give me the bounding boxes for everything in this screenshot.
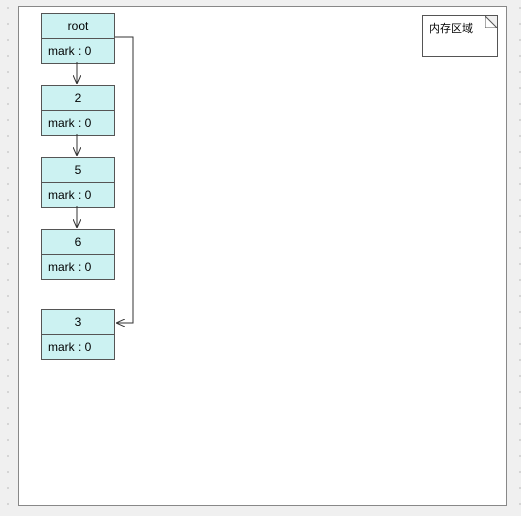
node-title: 2	[42, 86, 114, 111]
node-mark: mark : 0	[42, 111, 114, 135]
node-5: 5 mark : 0	[41, 157, 115, 208]
node-mark: mark : 0	[42, 255, 114, 279]
node-root: root mark : 0	[41, 13, 115, 64]
note-label: 内存区域	[429, 23, 473, 35]
node-title: root	[42, 14, 114, 39]
node-mark: mark : 0	[42, 39, 114, 63]
node-2: 2 mark : 0	[41, 85, 115, 136]
node-title: 6	[42, 230, 114, 255]
diagram-canvas: 内存区域 root mark : 0 2 mark : 0 5 mark : 0…	[18, 6, 507, 506]
edge-root-3	[115, 37, 133, 323]
node-mark: mark : 0	[42, 183, 114, 207]
node-title: 3	[42, 310, 114, 335]
memory-region-note: 内存区域	[422, 15, 498, 57]
node-3: 3 mark : 0	[41, 309, 115, 360]
node-mark: mark : 0	[42, 335, 114, 359]
node-6: 6 mark : 0	[41, 229, 115, 280]
node-title: 5	[42, 158, 114, 183]
